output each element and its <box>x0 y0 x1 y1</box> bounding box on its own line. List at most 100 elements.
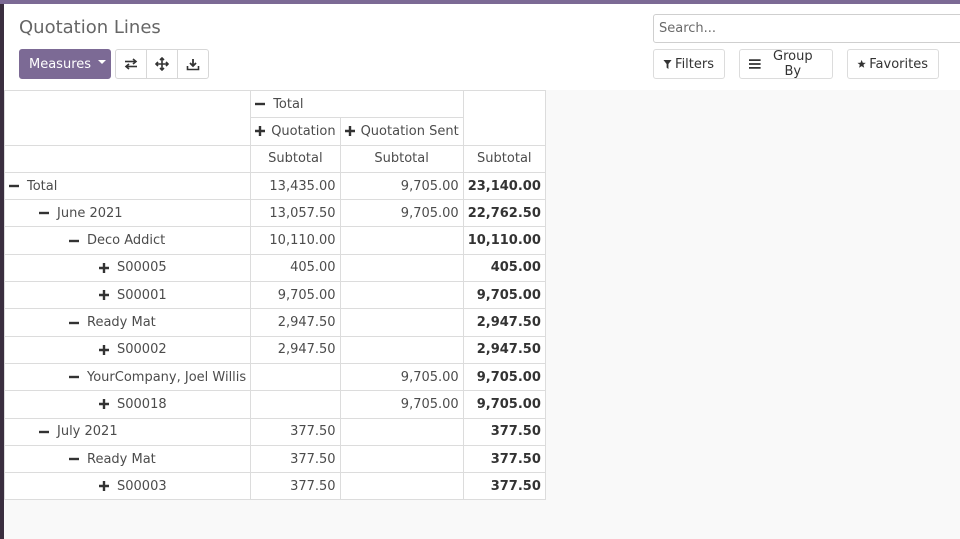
value-cell[interactable] <box>250 390 341 419</box>
value-cell[interactable]: 9,705.00 <box>339 171 464 201</box>
row-header-label: S00018 <box>117 396 167 412</box>
value-cell[interactable]: 377.50 <box>250 417 341 446</box>
row-header[interactable]: Deco Addict <box>3 226 252 255</box>
value-cell[interactable]: 377.50 <box>250 444 341 474</box>
row-total-cell[interactable]: 377.50 <box>462 472 546 501</box>
plus-icon <box>99 344 109 355</box>
row-header[interactable]: Ready Mat <box>3 444 252 474</box>
value-cell[interactable]: 13,057.50 <box>250 199 341 228</box>
expand-all-button[interactable] <box>146 49 178 79</box>
plus-icon <box>99 399 109 410</box>
row-header[interactable]: YourCompany, Joel Willis <box>3 362 252 392</box>
value-cell[interactable] <box>339 281 464 310</box>
value-cell[interactable]: 9,705.00 <box>339 199 464 228</box>
col-header-spacer <box>462 90 546 146</box>
row-header-label: Ready Mat <box>87 315 156 331</box>
row-total-cell[interactable]: 377.50 <box>462 417 546 446</box>
caret-down-icon <box>98 59 107 64</box>
value-cell[interactable] <box>339 472 464 501</box>
row-total-cell[interactable]: 10,110.00 <box>462 226 546 255</box>
group-by-button[interactable]: Group By <box>739 49 833 79</box>
value-cell[interactable] <box>250 362 341 392</box>
row-header[interactable]: S00002 <box>3 335 252 364</box>
value-cell[interactable]: 377.50 <box>250 472 341 501</box>
col-header-total-label: Total <box>273 96 304 112</box>
row-total-cell[interactable]: 22,762.50 <box>462 199 546 228</box>
row-header-label: July 2021 <box>57 424 118 440</box>
star-icon <box>857 59 866 68</box>
value-cell[interactable]: 2,947.50 <box>250 335 341 364</box>
row-total-cell[interactable]: 405.00 <box>462 253 546 283</box>
row-header-label: Deco Addict <box>87 233 166 249</box>
measure-header[interactable]: Subtotal <box>250 144 341 173</box>
measure-header[interactable]: Subtotal <box>462 144 546 173</box>
row-header[interactable]: July 2021 <box>3 417 252 446</box>
pivot-row: S00005 405.00 405.00 <box>3 253 546 283</box>
row-header[interactable]: S00005 <box>3 253 252 283</box>
value-cell[interactable]: 9,705.00 <box>250 281 341 310</box>
control-panel: Quotation Lines Measures Search... Filte… <box>4 4 960 90</box>
minus-icon <box>69 457 79 461</box>
pivot-row: S00001 9,705.00 9,705.00 <box>3 281 546 310</box>
minus-icon <box>69 239 79 242</box>
row-total-cell[interactable]: 9,705.00 <box>462 362 546 392</box>
row-header-label: S00003 <box>117 478 167 494</box>
pivot-row: S00003 377.50 377.50 <box>3 472 546 501</box>
pivot-row: July 2021 377.50 377.50 <box>3 417 546 446</box>
value-cell[interactable]: 10,110.00 <box>250 226 341 255</box>
minus-icon <box>69 321 79 324</box>
flip-axis-icon <box>124 58 138 70</box>
row-header[interactable]: S00018 <box>3 390 252 419</box>
row-total-cell[interactable]: 2,947.50 <box>462 335 546 364</box>
col-header-quotation-sent[interactable]: Quotation Sent <box>339 117 464 146</box>
row-header[interactable]: Total <box>3 171 252 201</box>
row-header[interactable]: S00003 <box>3 472 252 501</box>
row-total-cell[interactable]: 23,140.00 <box>462 171 546 201</box>
row-total-cell[interactable]: 2,947.50 <box>462 308 546 337</box>
search-box <box>653 14 960 43</box>
value-cell[interactable] <box>339 335 464 364</box>
plus-icon <box>99 481 109 492</box>
value-cell[interactable]: 13,435.00 <box>250 171 341 201</box>
row-total-cell[interactable]: 9,705.00 <box>462 281 546 310</box>
search-input[interactable] <box>659 21 949 36</box>
row-header-label: S00001 <box>117 287 167 303</box>
col-header-total[interactable]: Total <box>250 89 464 119</box>
col-header-quotation-sent-label: Quotation Sent <box>360 123 459 139</box>
filters-label: Filters <box>675 56 714 72</box>
value-cell[interactable]: 9,705.00 <box>339 390 464 419</box>
minus-icon <box>9 184 19 188</box>
measures-button[interactable]: Measures <box>19 49 111 79</box>
download-button[interactable] <box>177 49 209 79</box>
pivot-row: Total 13,435.00 9,705.00 23,140.00 <box>3 171 546 201</box>
measure-header[interactable]: Subtotal <box>339 144 464 173</box>
pivot-row: YourCompany, Joel Willis 9,705.00 9,705.00 <box>3 362 546 392</box>
value-cell[interactable] <box>339 308 464 337</box>
row-header[interactable]: S00001 <box>3 281 252 310</box>
pivot-row: Ready Mat 377.50 377.50 <box>3 444 546 474</box>
value-cell[interactable]: 2,947.50 <box>250 308 341 337</box>
value-cell[interactable]: 9,705.00 <box>339 362 464 392</box>
row-header-label: June 2021 <box>57 205 123 221</box>
row-header[interactable]: Ready Mat <box>3 308 252 337</box>
measures-label: Measures <box>29 56 92 72</box>
row-header[interactable]: June 2021 <box>3 199 252 228</box>
group-by-label: Group By <box>773 49 813 79</box>
value-cell[interactable] <box>339 417 464 446</box>
pivot-row: S00002 2,947.50 2,947.50 <box>3 335 546 364</box>
value-cell[interactable] <box>339 226 464 255</box>
favorites-button[interactable]: Favorites <box>847 49 939 79</box>
expand-all-icon <box>155 57 169 71</box>
value-cell[interactable]: 405.00 <box>250 253 341 283</box>
value-cell[interactable] <box>339 444 464 474</box>
flip-axis-button[interactable] <box>115 49 147 79</box>
filters-button[interactable]: Filters <box>653 49 725 79</box>
minus-icon <box>69 375 79 379</box>
plus-icon <box>344 126 355 137</box>
col-header-quotation[interactable]: Quotation <box>250 117 341 146</box>
value-cell[interactable] <box>339 253 464 283</box>
row-total-cell[interactable]: 9,705.00 <box>462 390 546 419</box>
row-total-cell[interactable]: 377.50 <box>462 444 546 474</box>
plus-icon <box>255 126 266 137</box>
pivot-corner <box>3 90 252 146</box>
